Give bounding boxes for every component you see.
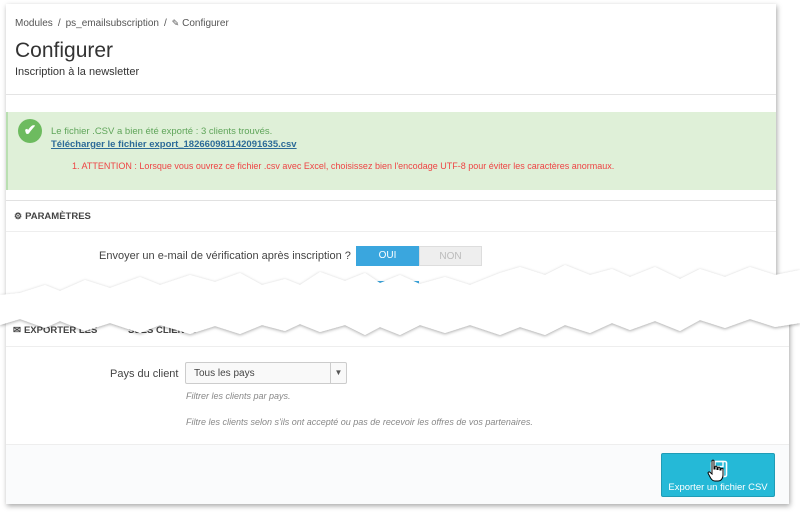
export-panel: ✉ EXPORTER LES SSES CLIENTS Pays du clien… <box>6 314 789 504</box>
confirmation-email-label-end: après inscription ? <box>256 285 346 297</box>
optin-help-text: Filtre les clients selon s'ils ont accep… <box>186 417 533 427</box>
toggle-no[interactable]: NON <box>419 246 482 266</box>
country-help-text: Filtrer les clients par pays. <box>186 391 291 401</box>
configure-panel: Modules / ps_emailsubscription / ✎ Configure… <box>6 4 776 304</box>
verification-email-toggle[interactable]: OUI NON <box>356 246 482 266</box>
settings-heading-label: PARAMÈTRES <box>25 211 91 222</box>
breadcrumb: Modules / ps_emailsubscription / ✎ Configure… <box>15 18 229 29</box>
export-button-label: Exporter un fichier CSV <box>668 482 768 493</box>
breadcrumb-separator: / <box>163 18 167 29</box>
toggle-yes[interactable]: OUI <box>356 246 419 266</box>
breadcrumb-current: Configurer <box>182 18 229 29</box>
country-select[interactable]: Tous les pays ▼ <box>185 362 347 384</box>
breadcrumb-module-name[interactable]: ps_emailsubscription <box>66 18 159 29</box>
toggle-yes[interactable]: OUI <box>356 281 419 301</box>
gear-icon: ⚙ <box>14 211 23 221</box>
settings-divider <box>6 231 776 232</box>
confirmation-email-toggle[interactable]: OUI <box>356 281 482 301</box>
envelope-icon: ✉ <box>13 325 21 336</box>
verification-email-label: Envoyer un e-mail de vérification après … <box>99 250 351 262</box>
download-csv-link[interactable]: Télécharger le fichier export_1826609811… <box>51 139 297 150</box>
settings-heading: ⚙ PARAMÈTRES <box>14 211 91 222</box>
export-heading-right: SSES CLIENTS <box>127 325 197 336</box>
export-heading: ✉ EXPORTER LES SSES CLIENTS <box>13 325 197 336</box>
country-label: Pays du client <box>110 368 179 380</box>
page-title: Configurer <box>15 39 114 62</box>
check-circle-icon: ✔ <box>18 119 42 143</box>
country-select-value: Tous les pays <box>194 368 255 379</box>
hand-pointer-icon <box>707 459 724 482</box>
alert-warning: 1. ATTENTION : Lorsque vous ouvrez ce fi… <box>72 161 615 171</box>
export-divider <box>6 346 789 347</box>
header-divider <box>6 94 776 95</box>
breadcrumb-separator: / <box>57 18 61 29</box>
alert-message: Le fichier .CSV a bien été exporté : 3 c… <box>51 126 273 137</box>
chevron-down-icon[interactable]: ▼ <box>330 363 346 383</box>
page-subtitle: Inscription à la newsletter <box>15 66 140 78</box>
settings-section: ⚙ PARAMÈTRES Envoyer un e-mail de vérific… <box>6 200 776 304</box>
export-heading-left: EXPORTER LES <box>23 325 98 336</box>
confirmation-email-label-start: Envoyer un e-mail de c <box>91 285 204 297</box>
success-alert: ✔ Le fichier .CSV a bien été exporté : 3… <box>6 112 776 190</box>
wrench-icon: ✎ <box>171 18 180 28</box>
breadcrumb-modules[interactable]: Modules <box>15 18 53 29</box>
